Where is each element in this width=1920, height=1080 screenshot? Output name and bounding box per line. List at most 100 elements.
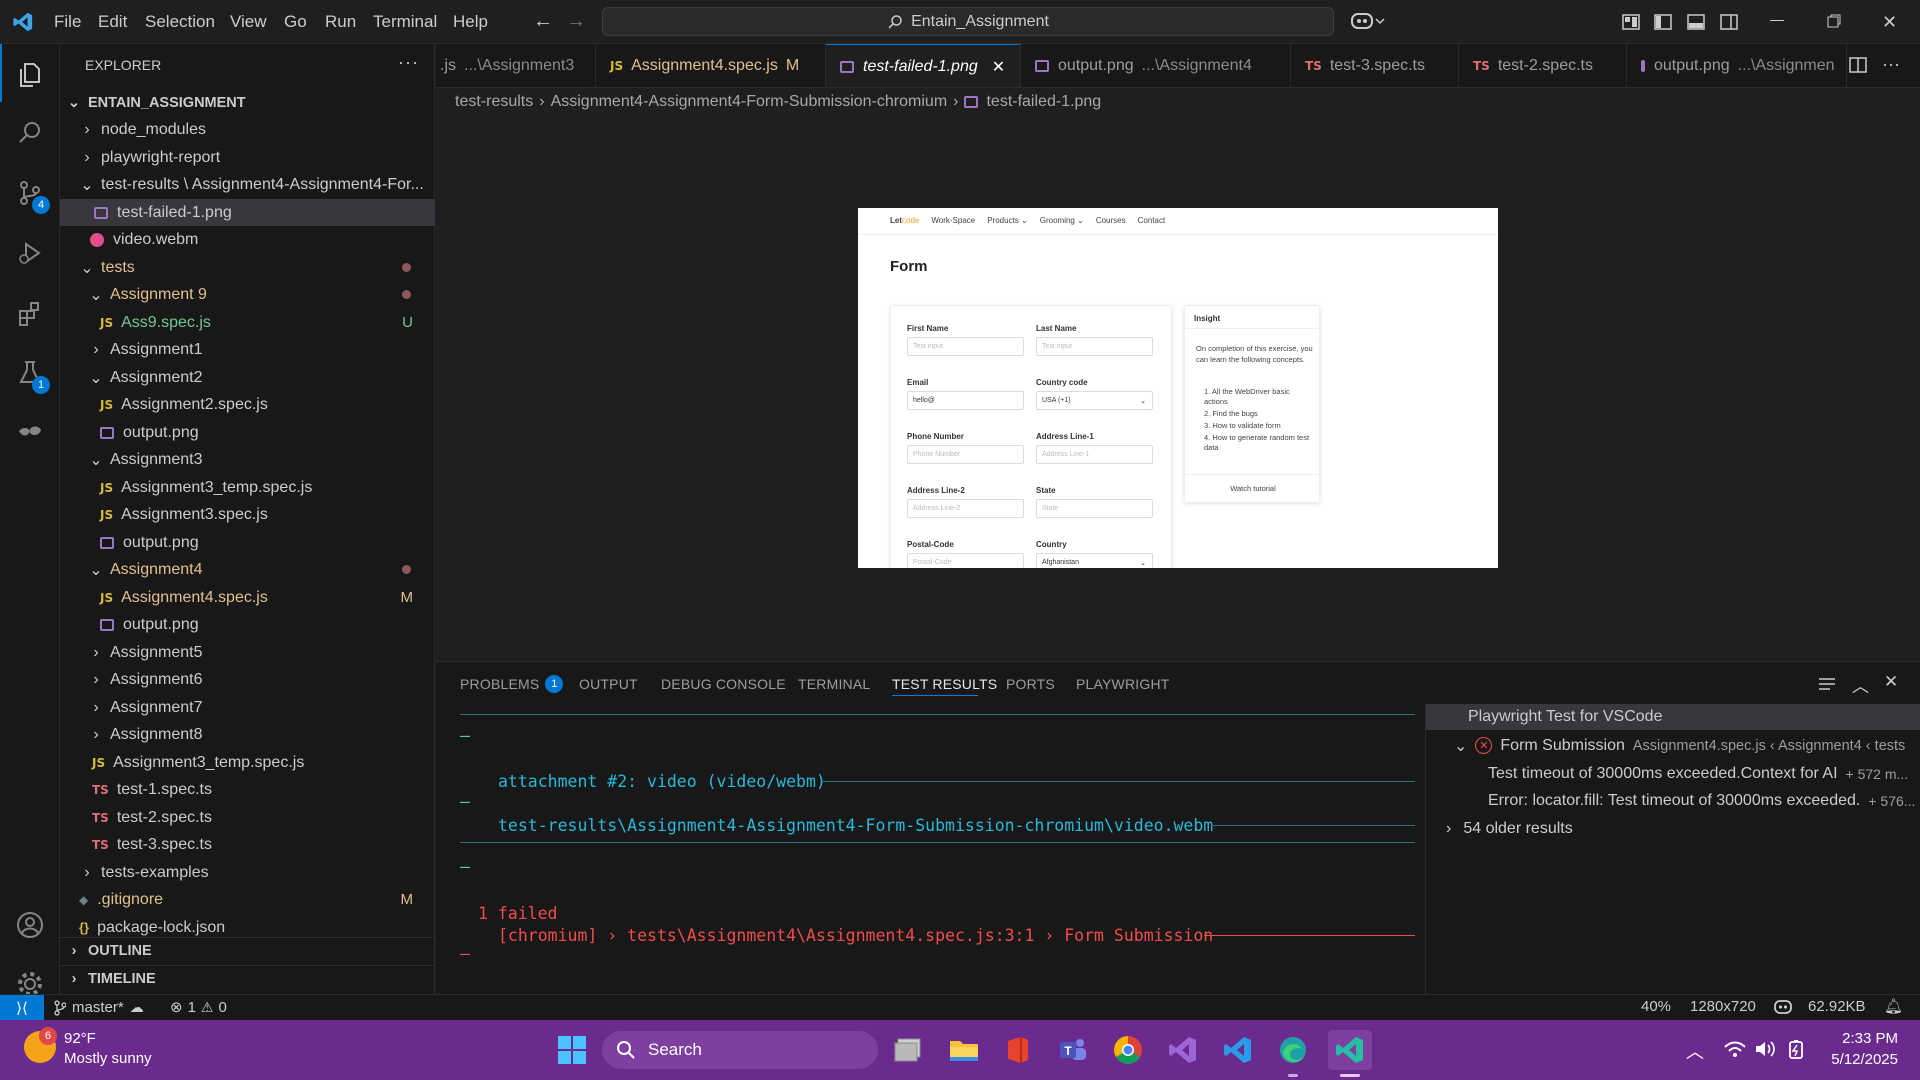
tab-output-png-assignment4[interactable]: output.png ...\Assignment4 [1021,44,1291,87]
vscode-taskbar-icon[interactable] [1218,1030,1258,1070]
run-debug-icon[interactable] [0,224,60,282]
tab-output-png-assignmen[interactable]: output.png ...\Assignmen [1627,44,1847,87]
tab-problems[interactable]: PROBLEMS 1 [460,662,564,706]
sync-cloud-icon[interactable]: ☁ [130,999,144,1016]
file-assignment2-spec[interactable]: JS Assignment2.spec.js [60,391,435,418]
task-view-icon[interactable] [889,1030,929,1070]
menu-help[interactable]: Help [444,0,497,44]
visual-studio-icon[interactable] [1163,1030,1203,1070]
file-video-webm[interactable]: video.webm [60,226,435,253]
menu-edit[interactable]: Edit [89,0,136,44]
notifications-bell-icon[interactable]: 🔔︎ [1884,997,1903,1015]
file-gitignore[interactable]: ◆ .gitignore M [60,886,435,913]
branch-indicator[interactable]: master* ☁ [54,999,144,1016]
extensions-icon[interactable] [0,284,60,342]
menu-run[interactable]: Run [316,0,365,44]
copilot-icon[interactable] [1350,10,1386,32]
folder-assignment8[interactable]: › Assignment8 [60,721,435,748]
file-test-3-spec[interactable]: TS test-3.spec.ts [60,831,435,858]
file-assignment3-temp-spec[interactable]: JS Assignment3_temp.spec.js [60,474,435,501]
breadcrumb-item[interactable]: Assignment4-Assignment4-Form-Submission-… [551,93,948,111]
back-arrow-icon[interactable]: ← [533,10,553,33]
file-output-png[interactable]: output.png [60,419,435,446]
folder-assignment4[interactable]: ⌄ Assignment4 [60,556,435,583]
folder-assignment5[interactable]: › Assignment5 [60,639,435,666]
folder-assignment7[interactable]: › Assignment7 [60,694,435,721]
result-test-item[interactable]: ⌄ ✕ Form Submission Assignment4.spec.js … [1454,732,1920,759]
playwright-icon[interactable] [0,404,60,462]
command-center[interactable]: Entain_Assignment [602,7,1334,36]
close-window-icon[interactable]: ✕ [1882,12,1897,33]
testing-icon[interactable]: 1 [0,344,60,402]
toggle-panel-icon[interactable] [1687,13,1705,31]
panel-menu-icon[interactable] [1818,676,1836,692]
outline-section[interactable]: › OUTLINE [60,937,435,964]
remote-indicator-icon[interactable]: ⟩⟨ [0,995,44,1021]
file-assignment3-temp-spec[interactable]: JS Assignment3_temp.spec.js [60,749,435,776]
folder-assignment6[interactable]: › Assignment6 [60,666,435,693]
tab-assignment4-spec[interactable]: JS Assignment4.spec.js M [596,44,826,87]
file-ass9-spec[interactable]: JS Ass9.spec.js U [60,309,435,336]
tab-terminal[interactable]: TERMINAL [798,662,870,706]
breadcrumb-item[interactable]: test-results [455,93,533,111]
clock-date[interactable]: 5/12/2025 [1818,1051,1898,1068]
tab-test-results[interactable]: TEST RESULTS [892,662,997,706]
file-output-png[interactable]: output.png [60,529,435,556]
taskbar-search[interactable]: Search [602,1031,878,1069]
workspace-root[interactable]: ⌄ ENTAIN_ASSIGNMENT [60,89,435,116]
problems-indicator[interactable]: ⊗ 1 ⚠ 0 [170,998,227,1017]
file-assignment3-spec[interactable]: JS Assignment3.spec.js [60,501,435,528]
menu-selection[interactable]: Selection [136,0,224,44]
menu-go[interactable]: Go [275,0,316,44]
tab-test-failed-png[interactable]: test-failed-1.png ✕ [826,44,1021,87]
clock-time[interactable]: 2:33 PM [1828,1030,1898,1047]
vscode-insiders-taskbar-icon[interactable] [1328,1030,1372,1070]
tab-playwright[interactable]: PLAYWRIGHT [1076,662,1170,706]
result-message[interactable]: Test timeout of 30000ms exceeded.Context… [1488,760,1920,787]
folder-playwright-report[interactable]: › playwright-report [60,144,435,171]
customize-layout-icon[interactable] [1622,13,1640,31]
folder-assignment-9[interactable]: ⌄ Assignment 9 [60,281,435,308]
more-actions-icon[interactable]: ··· [398,52,419,73]
tab-test-3-spec[interactable]: TS test-3.spec.ts [1291,44,1459,87]
results-header[interactable]: Playwright Test for VSCode [1426,704,1920,730]
menu-terminal[interactable]: Terminal [364,0,446,44]
file-output-png[interactable]: output.png [60,611,435,638]
explorer-icon[interactable] [0,46,60,104]
source-control-icon[interactable]: 4 [0,164,60,222]
battery-icon[interactable] [1785,1039,1807,1059]
file-explorer-icon[interactable] [944,1030,984,1070]
folder-test-results[interactable]: ⌄ test-results \ Assignment4-Assignment4-… [60,171,435,198]
folder-assignment3[interactable]: ⌄ Assignment3 [60,446,435,473]
folder-assignment1[interactable]: › Assignment1 [60,336,435,363]
chrome-icon[interactable] [1108,1030,1148,1070]
folder-tests-examples[interactable]: › tests-examples [60,859,435,886]
office-icon[interactable] [998,1030,1038,1070]
editor-more-actions-icon[interactable]: ··· [1882,54,1900,75]
file-test-1-spec[interactable]: TS test-1.spec.ts [60,776,435,803]
timeline-section[interactable]: › TIMELINE [60,965,435,992]
toggle-secondary-sidebar-icon[interactable] [1720,13,1738,31]
teams-icon[interactable]: T [1053,1030,1093,1070]
folder-node-modules[interactable]: › node_modules [60,116,435,143]
folder-tests[interactable]: ⌄ tests [60,254,435,281]
folder-assignment2[interactable]: ⌄ Assignment2 [60,364,435,391]
close-tab-icon[interactable]: ✕ [992,57,1005,77]
file-test-failed-png[interactable]: test-failed-1.png [60,199,435,226]
accounts-icon[interactable] [0,896,60,954]
windows-start-icon[interactable] [552,1030,592,1070]
file-test-2-spec[interactable]: TS test-2.spec.ts [60,804,435,831]
volume-icon[interactable] [1754,1039,1776,1059]
close-panel-icon[interactable]: ✕ [1884,672,1898,692]
forward-arrow-icon[interactable]: → [566,10,586,33]
file-assignment4-spec[interactable]: JS Assignment4.spec.js M [60,584,435,611]
result-message[interactable]: Error: locator.fill: Test timeout of 300… [1488,787,1920,814]
search-view-icon[interactable] [0,104,60,162]
toggle-primary-sidebar-icon[interactable] [1654,13,1672,31]
older-results-item[interactable]: › 54 older results [1446,815,1916,842]
edge-icon[interactable] [1273,1030,1313,1070]
minimize-icon[interactable] [1770,20,1784,21]
copilot-status-icon[interactable] [1773,998,1793,1016]
maximize-panel-icon[interactable]: ︿ [1852,672,1869,697]
menu-view[interactable]: View [221,0,276,44]
